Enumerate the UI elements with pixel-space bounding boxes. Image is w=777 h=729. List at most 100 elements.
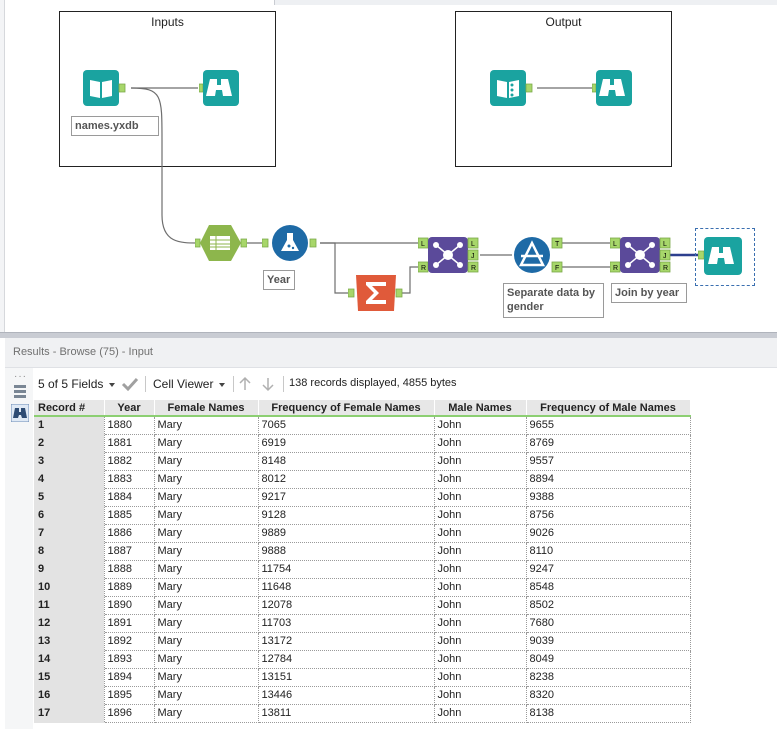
- row-number-cell[interactable]: 8: [34, 542, 104, 561]
- row-number-cell[interactable]: 2: [34, 434, 104, 453]
- table-cell[interactable]: 9557: [525, 451, 691, 471]
- table-cell[interactable]: 8049: [525, 649, 691, 669]
- table-cell[interactable]: John: [433, 649, 527, 669]
- table-cell[interactable]: Mary: [153, 451, 259, 471]
- table-cell[interactable]: 6919: [257, 433, 435, 453]
- table-cell[interactable]: 8238: [525, 667, 691, 687]
- table-row[interactable]: 11 1890 Mary 12078 John 8502: [34, 595, 691, 615]
- table-row[interactable]: 14 1893 Mary 12784 John 8049: [34, 649, 691, 669]
- table-cell[interactable]: Mary: [153, 667, 259, 687]
- table-cell[interactable]: 7680: [525, 613, 691, 633]
- table-row[interactable]: 4 1883 Mary 8012 John 8894: [34, 469, 691, 489]
- table-cell[interactable]: John: [433, 559, 527, 579]
- formula-tool[interactable]: [261, 225, 322, 261]
- table-cell[interactable]: John: [433, 523, 527, 543]
- table-cell[interactable]: 9247: [525, 559, 691, 579]
- table-cell[interactable]: 8012: [257, 469, 435, 489]
- table-cell[interactable]: 8110: [525, 541, 691, 561]
- table-cell[interactable]: 9128: [257, 505, 435, 525]
- table-cell[interactable]: 7065: [257, 415, 435, 435]
- join-tool-2[interactable]: L R L J R: [609, 237, 674, 273]
- cell-viewer-dropdown[interactable]: Cell Viewer: [153, 377, 226, 391]
- table-cell[interactable]: 13151: [257, 667, 435, 687]
- table-cell[interactable]: John: [433, 685, 527, 705]
- table-row[interactable]: 15 1894 Mary 13151 John 8238: [34, 667, 691, 687]
- table-cell[interactable]: Mary: [153, 703, 259, 723]
- table-cell[interactable]: Mary: [153, 649, 259, 669]
- table-cell[interactable]: John: [433, 631, 527, 651]
- table-cell[interactable]: 1887: [103, 541, 155, 561]
- table-cell[interactable]: 8548: [525, 577, 691, 597]
- table-row[interactable]: 1 1880 Mary 7065 John 9655: [34, 415, 691, 435]
- table-row[interactable]: 6 1885 Mary 9128 John 8756: [34, 505, 691, 525]
- row-number-cell[interactable]: 11: [34, 596, 104, 615]
- row-number-cell[interactable]: 4: [34, 470, 104, 489]
- table-cell[interactable]: Mary: [153, 595, 259, 615]
- table-row[interactable]: 13 1892 Mary 13172 John 9039: [34, 631, 691, 651]
- browse-view-icon[interactable]: [11, 404, 29, 422]
- table-cell[interactable]: 1893: [103, 649, 155, 669]
- table-cell[interactable]: John: [433, 415, 527, 435]
- table-cell[interactable]: Mary: [153, 613, 259, 633]
- row-number-cell[interactable]: 16: [34, 686, 104, 705]
- table-cell[interactable]: 1892: [103, 631, 155, 651]
- table-cell[interactable]: 9039: [525, 631, 691, 651]
- table-cell[interactable]: 13446: [257, 685, 435, 705]
- table-cell[interactable]: 11648: [257, 577, 435, 597]
- column-header-frequency-male[interactable]: Frequency of Male Names: [526, 400, 691, 417]
- table-cell[interactable]: 12784: [257, 649, 435, 669]
- table-cell[interactable]: 1884: [103, 487, 155, 507]
- table-row[interactable]: 16 1895 Mary 13446 John 8320: [34, 685, 691, 705]
- table-cell[interactable]: Mary: [153, 577, 259, 597]
- results-grid[interactable]: Record # Year Female Names Frequency of …: [34, 400, 691, 723]
- workflow-canvas[interactable]: Inputs Output names.yxdb Year L R L J R …: [0, 0, 777, 332]
- table-cell[interactable]: 8320: [525, 685, 691, 705]
- table-cell[interactable]: John: [433, 613, 527, 633]
- table-cell[interactable]: John: [433, 667, 527, 687]
- table-cell[interactable]: John: [433, 469, 527, 489]
- table-cell[interactable]: 8148: [257, 451, 435, 471]
- row-number-cell[interactable]: 5: [34, 488, 104, 507]
- table-cell[interactable]: Mary: [153, 487, 259, 507]
- join-tool-1[interactable]: L R L J R: [417, 237, 482, 273]
- table-cell[interactable]: 11703: [257, 613, 435, 633]
- table-cell[interactable]: 1880: [103, 415, 155, 435]
- table-cell[interactable]: Mary: [153, 469, 259, 489]
- table-cell[interactable]: John: [433, 433, 527, 453]
- row-number-cell[interactable]: 10: [34, 578, 104, 597]
- row-number-cell[interactable]: 14: [34, 650, 104, 669]
- row-number-cell[interactable]: 17: [34, 704, 104, 723]
- row-number-cell[interactable]: 6: [34, 506, 104, 525]
- table-cell[interactable]: 8502: [525, 595, 691, 615]
- table-cell[interactable]: 9388: [525, 487, 691, 507]
- table-cell[interactable]: 1896: [103, 703, 155, 723]
- table-cell[interactable]: John: [433, 595, 527, 615]
- crosstab-tool[interactable]: [194, 225, 248, 261]
- table-cell[interactable]: 11754: [257, 559, 435, 579]
- table-cell[interactable]: Mary: [153, 631, 259, 651]
- table-row[interactable]: 8 1887 Mary 9888 John 8110: [34, 541, 691, 561]
- column-header-male-names[interactable]: Male Names: [434, 400, 527, 417]
- row-number-cell[interactable]: 1: [34, 416, 104, 435]
- output-data-tool[interactable]: [490, 70, 533, 106]
- column-header-frequency-female[interactable]: Frequency of Female Names: [258, 400, 435, 417]
- table-cell[interactable]: Mary: [153, 559, 259, 579]
- browse-tool-final[interactable]: [697, 237, 744, 275]
- table-row[interactable]: 7 1886 Mary 9889 John 9026: [34, 523, 691, 543]
- column-header-year[interactable]: Year: [104, 400, 155, 417]
- table-cell[interactable]: 8894: [525, 469, 691, 489]
- table-cell[interactable]: 1882: [103, 451, 155, 471]
- filter-tool[interactable]: T F: [512, 237, 564, 273]
- table-cell[interactable]: 1883: [103, 469, 155, 489]
- table-cell[interactable]: 1889: [103, 577, 155, 597]
- column-header-record[interactable]: Record #: [34, 400, 105, 417]
- arrow-up-icon[interactable]: [238, 376, 252, 392]
- table-cell[interactable]: 8138: [525, 703, 691, 723]
- more-dots-icon[interactable]: ···: [14, 371, 27, 382]
- table-cell[interactable]: 13172: [257, 631, 435, 651]
- table-cell[interactable]: 12078: [257, 595, 435, 615]
- table-cell[interactable]: Mary: [153, 505, 259, 525]
- table-cell[interactable]: 13811: [257, 703, 435, 723]
- table-row[interactable]: 5 1884 Mary 9217 John 9388: [34, 487, 691, 507]
- table-cell[interactable]: 1895: [103, 685, 155, 705]
